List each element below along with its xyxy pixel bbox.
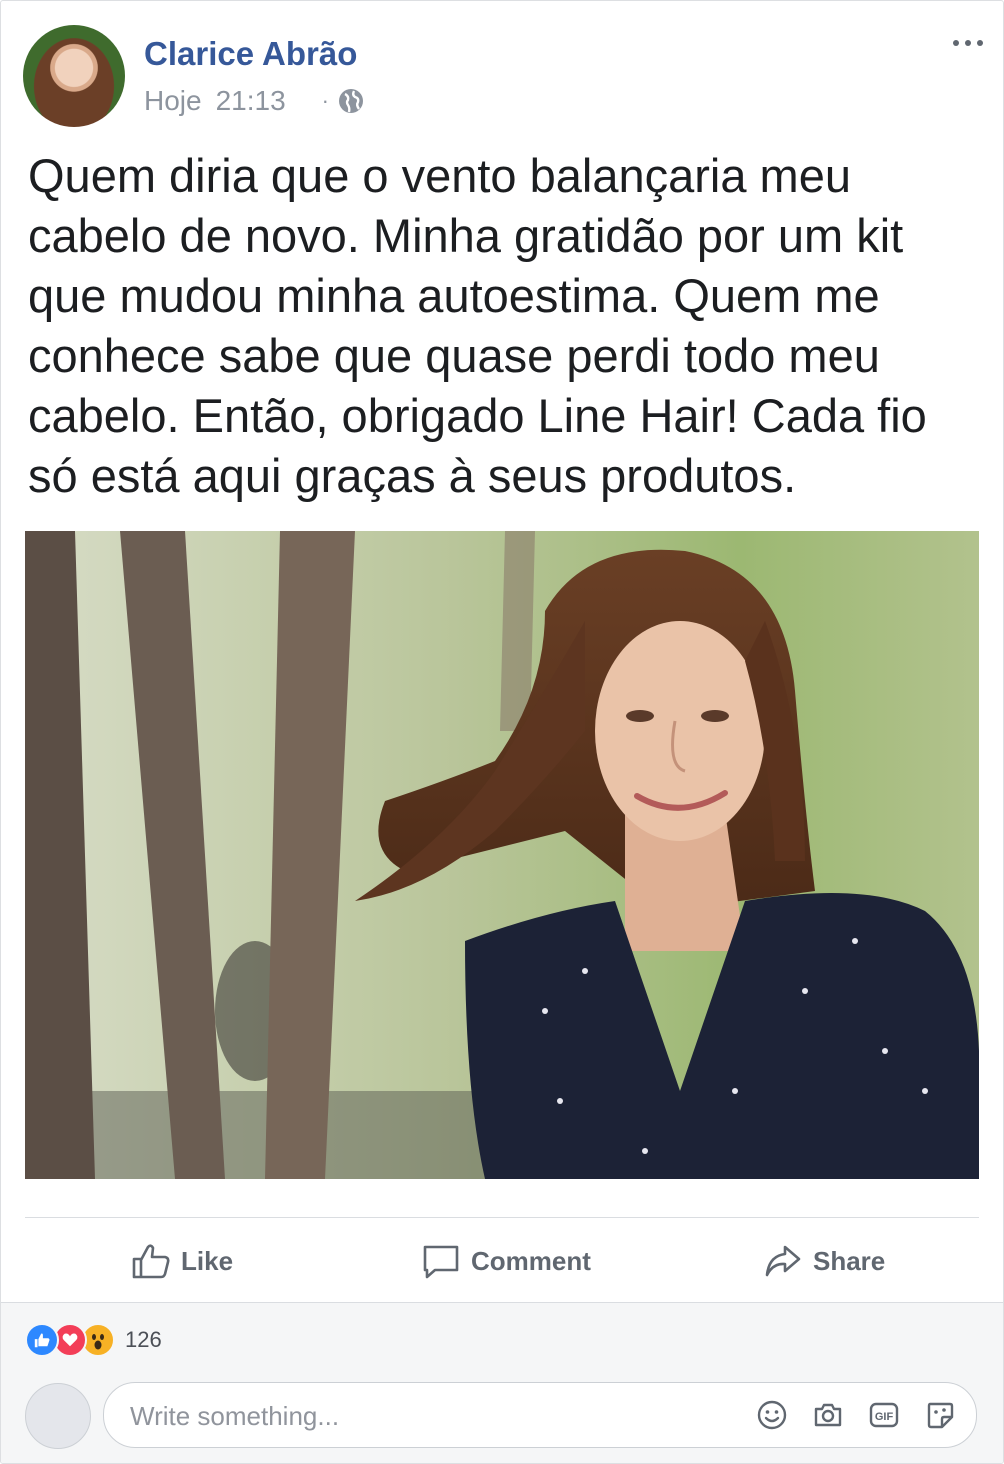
comment-input[interactable]: [128, 1395, 732, 1437]
thumbs-up-icon: [132, 1244, 170, 1279]
post-card: Clarice Abrão Hoje 21:13 · Quem diria qu…: [0, 0, 1004, 1464]
globe-icon[interactable]: [337, 87, 365, 115]
comment-box: GIF: [103, 1382, 977, 1448]
post-photo[interactable]: [25, 531, 979, 1179]
author-avatar[interactable]: [23, 25, 125, 127]
reaction-count: 126: [125, 1327, 162, 1352]
comment-icon: [423, 1245, 459, 1279]
post-meta: Hoje 21:13 ·: [144, 85, 365, 117]
gif-icon[interactable]: GIF: [868, 1399, 900, 1431]
like-button[interactable]: Like: [131, 1237, 233, 1285]
share-label: Share: [813, 1245, 886, 1276]
like-label: Like: [181, 1245, 234, 1276]
share-button[interactable]: Share: [763, 1237, 885, 1285]
like-icon: [25, 1323, 59, 1357]
post-time[interactable]: 21:13: [216, 85, 286, 117]
meta-separator: ·: [321, 88, 329, 113]
svg-text:GIF: GIF: [875, 1411, 894, 1423]
post-text: Quem diria que o vento balançaria meu ca…: [28, 149, 927, 502]
camera-icon[interactable]: [812, 1399, 844, 1431]
share-icon: [765, 1245, 801, 1277]
author-name[interactable]: Clarice Abrão: [144, 35, 357, 73]
sticker-icon[interactable]: [924, 1399, 956, 1431]
actions-divider: [25, 1217, 979, 1218]
more-options-icon[interactable]: [953, 31, 983, 55]
commenter-avatar: [25, 1383, 91, 1449]
comment-label: Comment: [471, 1245, 591, 1276]
post-date[interactable]: Hoje: [144, 85, 202, 117]
post-footer: 126 GIF: [1, 1302, 1003, 1463]
comment-tools: GIF: [732, 1399, 956, 1431]
comment-button[interactable]: Comment: [421, 1237, 591, 1285]
reactions-summary[interactable]: 126: [25, 1323, 162, 1357]
emoji-icon[interactable]: [756, 1399, 788, 1431]
